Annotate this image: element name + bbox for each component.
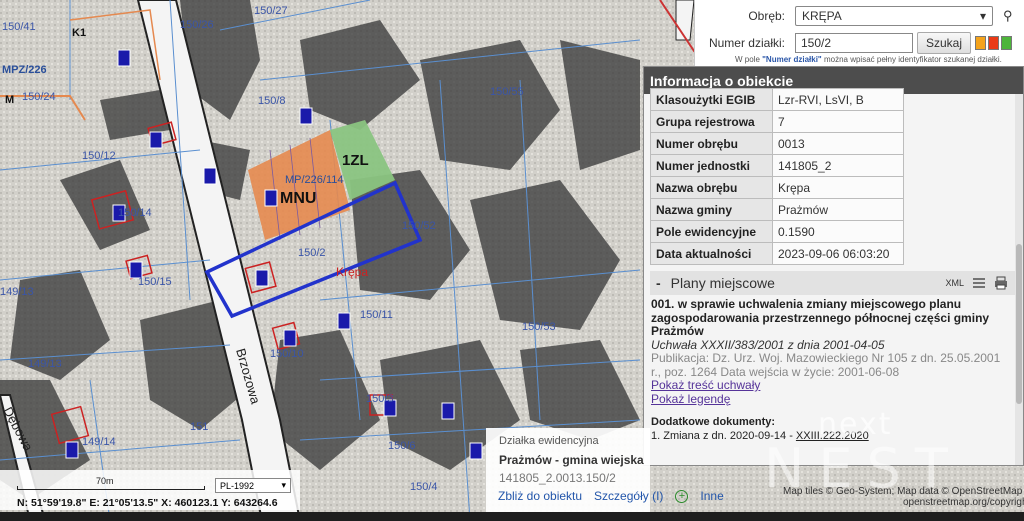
show-legend-link[interactable]: Pokaż legendę [651,392,1013,407]
numer-label: Numer działki: [708,36,785,50]
parcel-label: 150/14 [118,207,152,219]
parcel-label: 150/6 [388,440,416,452]
village-label: Krępa [336,265,368,279]
parcel-label: 150/52 [402,220,436,232]
popup-id: 141805_2.0013.150/2 [499,471,616,485]
parcel-label: 150/11 [360,309,393,321]
popup-name: Prażmów - gmina wiejska [499,453,644,467]
numer-dzialki-input[interactable]: 150/2 [795,33,913,53]
plan-details: 001. w sprawie uchwalenia zmiany miejsco… [651,297,1013,443]
extra-doc-link[interactable]: XXIII.222.2020 [796,430,869,442]
parcel-label: 150/12 [82,150,116,162]
marker-k1: K1 [72,27,86,39]
obreb-select[interactable]: KRĘPA ▾ [795,6,993,26]
plan-publication: Publikacja: Dz. Urz. Woj. Mazowieckiego … [651,351,1001,379]
obreb-label: Obręb: [748,9,785,23]
plany-section-header[interactable]: - Plany miejscowe XML [650,271,1016,295]
table-row: Numer obrębu 0013 [650,132,904,155]
scale-bar [17,486,205,490]
parcel-label: 150/27 [254,5,288,17]
parcel-label: 150/26 [180,19,214,31]
parcel-label: 151 [190,421,208,433]
parcel-popup: Działka ewidencyjna Prażmów - gmina wiej… [486,428,650,521]
zoom-to-object-link[interactable]: Zbliż do obiektu [498,489,582,503]
street-brzozowa-label: Brzozowa [233,347,263,407]
info-scrollbar[interactable] [1015,94,1023,465]
parcel-label: 149/14 [82,436,116,448]
table-row: Nazwa gminy Prażmów [650,198,904,221]
parcel-label: 150/15 [138,276,172,288]
plan-title: 001. w sprawie uchwalenia zmiany miejsco… [651,297,990,338]
chevron-down-icon: ▾ [979,9,986,23]
table-row: Numer jednostki 141805_2 [650,154,904,177]
zone-mnu-label: MNU [280,190,316,207]
parcel-label: 150/53 [522,321,556,333]
parcel-label: 149/13 [28,358,62,370]
table-row: Data aktualności 2023-09-06 06:03:20 [650,242,904,265]
xml-export-link[interactable]: XML [945,278,964,288]
obreb-value: KRĘPA [802,9,842,23]
marker-m: M [5,94,14,106]
color-square-green[interactable] [1001,36,1013,50]
info-panel: Informacja o obiekcie Klasoużytki EGIB Lz… [643,66,1024,466]
show-resolution-link[interactable]: Pokaż treść uchwały [651,378,1013,393]
parcel-label: 150/55 [490,86,524,98]
map-attribution-link[interactable]: openstreetmap.org/copyright [903,497,1024,508]
collapse-toggle[interactable]: - [656,275,661,291]
table-row: Grupa rejestrowa 7 [650,110,904,133]
list-icon[interactable] [972,276,986,290]
search-hint: W pole "Numer działki" można wpisać pełn… [735,55,1002,64]
zone-code-label: MPZ/226 [2,64,47,76]
parcel-label: 150/2 [298,247,326,259]
popup-actions: Zbliż do obiektu Szczegóły (I) + Inne [498,489,724,503]
zone-zl-label: 1ZL [342,152,369,169]
parcel-label: 150/3 [366,393,394,405]
table-row: Klasoużytki EGIB Lzr-RVI, LsVI, B [650,88,904,111]
plany-title: Plany miejscowe [670,275,775,291]
print-icon[interactable] [994,276,1008,290]
bottom-strip [0,512,1024,521]
parcel-label: 150/41 [2,21,36,33]
scale-label: 70m [96,476,114,486]
add-icon[interactable]: + [675,489,689,503]
street-debowa-label: Dębowa [0,404,36,454]
map-attribution: Map tiles © Geo-System; Map data © OpenS… [783,486,1023,497]
table-row: Nazwa obrębu Krępa [650,176,904,199]
parcel-label: 150/8 [258,95,286,107]
color-square-orange[interactable] [975,36,987,50]
scroll-thumb[interactable] [1016,244,1022,404]
search-panel: Obręb: KRĘPA ▾ ⚲ Numer działki: 150/2 Sz… [694,0,1024,70]
parcel-label: 150/24 [22,91,56,103]
color-square-red[interactable] [988,36,1000,50]
crs-select[interactable]: PL-1992 ▾ [215,478,291,493]
search-button[interactable]: Szukaj [917,32,972,54]
coordinates-readout: N: 51°59'19.8" E: 21°05'13.5" X: 460123.… [17,497,278,509]
extra-docs-title: Dodatkowe dokumenty: [651,416,776,428]
info-table: Klasoużytki EGIB Lzr-RVI, LsVI, B Grupa r… [650,88,904,265]
chevron-down-icon: ▾ [281,480,286,490]
crs-value: PL-1992 [220,480,255,491]
table-row: Pole ewidencyjne 0.1590 [650,220,904,243]
search-icon[interactable]: ⚲ [1003,8,1013,24]
zone-code-label-2: MP/226/114 [285,174,344,186]
popup-type: Działka ewidencyjna [499,435,599,447]
parcel-label: 149/13 [0,286,34,298]
parcel-label: 150/4 [410,481,438,493]
parcel-label: 150/10 [270,348,304,360]
more-link[interactable]: Inne [700,489,723,503]
plan-resolution: Uchwała XXXII/383/2001 z dnia 2001-04-05 [651,337,885,352]
details-link[interactable]: Szczegóły (I) [594,489,663,503]
extra-doc-item: 1. Zmiana z dn. 2020-09-14 - XXIII.222.2… [651,429,869,442]
